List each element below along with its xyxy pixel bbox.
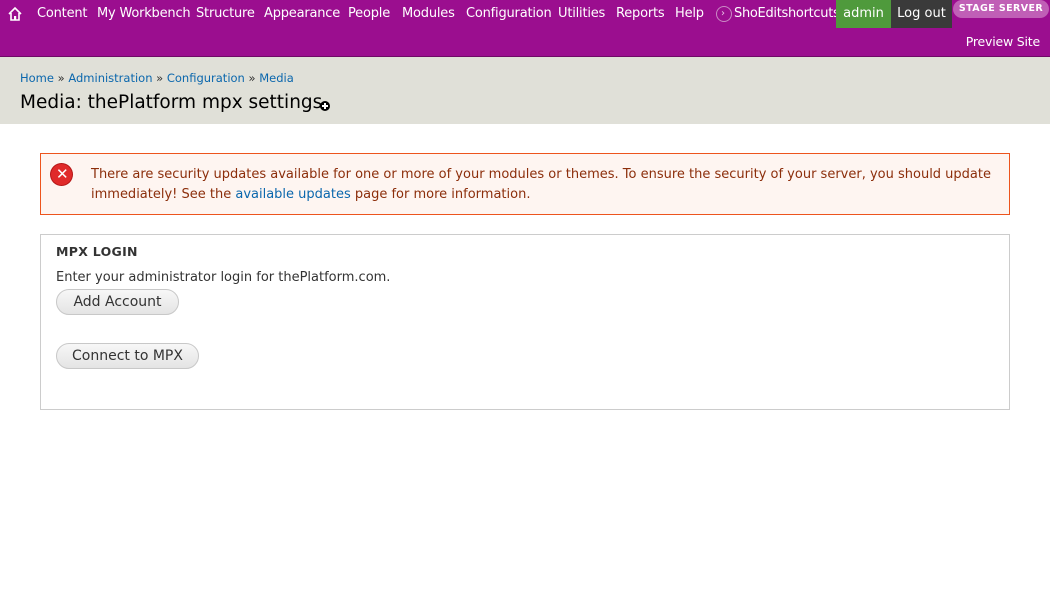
breadcrumb-home[interactable]: Home xyxy=(20,71,54,85)
toolbar-item-utilities[interactable]: Utilities xyxy=(558,6,605,24)
breadcrumb-media[interactable]: Media xyxy=(259,71,294,85)
edit-shortcuts-link[interactable]: ShoEditshortcuts xyxy=(734,6,840,21)
plus-circle-icon[interactable] xyxy=(320,101,330,111)
home-icon[interactable] xyxy=(6,4,24,24)
toolbar-item-content[interactable]: Content xyxy=(37,6,88,24)
toolbar-menu: Content My Workbench Structure Appearanc… xyxy=(0,0,1050,28)
breadcrumb-separator: » xyxy=(156,71,164,85)
error-message-text: There are security updates available for… xyxy=(91,165,991,205)
error-text-after: page for more information. xyxy=(350,187,531,202)
toolbar-item-reports[interactable]: Reports xyxy=(616,6,665,24)
chevron-right-circle-icon[interactable]: › xyxy=(716,6,732,22)
toolbar-item-structure[interactable]: Structure xyxy=(196,6,255,24)
admin-toolbar: Content My Workbench Structure Appearanc… xyxy=(0,0,1050,57)
error-x-icon: ✕ xyxy=(51,164,72,185)
page-title: Media: thePlatform mpx settings xyxy=(20,92,323,113)
toolbar-item-configuration[interactable]: Configuration xyxy=(466,6,552,24)
breadcrumb: Home » Administration » Configuration » … xyxy=(20,71,294,85)
mpx-login-fieldset: MPX LOGIN Enter your administrator login… xyxy=(40,234,1010,410)
breadcrumb-separator: » xyxy=(57,71,65,85)
error-text-before: There are security updates available for… xyxy=(91,167,991,202)
breadcrumb-administration[interactable]: Administration xyxy=(68,71,152,85)
add-account-button[interactable]: Add Account xyxy=(56,289,179,315)
breadcrumb-separator: » xyxy=(248,71,256,85)
fieldset-description: Enter your administrator login for thePl… xyxy=(56,270,391,285)
breadcrumb-configuration[interactable]: Configuration xyxy=(167,71,245,85)
fieldset-legend: MPX LOGIN xyxy=(56,244,138,259)
error-message: ✕ There are security updates available f… xyxy=(40,153,1010,215)
toolbar-item-appearance[interactable]: Appearance xyxy=(264,6,340,24)
page-header: Home » Administration » Configuration » … xyxy=(0,57,1050,124)
available-updates-link[interactable]: available updates xyxy=(235,187,350,202)
toolbar-item-help[interactable]: Help xyxy=(675,6,704,24)
toolbar-item-people[interactable]: People xyxy=(348,6,390,24)
admin-user-link[interactable]: admin xyxy=(836,0,891,28)
toolbar-item-modules[interactable]: Modules xyxy=(402,6,455,24)
preview-site-link[interactable]: Preview Site xyxy=(966,34,1040,49)
logout-link[interactable]: Log out xyxy=(891,0,952,28)
connect-to-mpx-button[interactable]: Connect to MPX xyxy=(56,343,199,369)
toolbar-item-my-workbench[interactable]: My Workbench xyxy=(97,6,191,24)
stage-server-badge: STAGE SERVER xyxy=(953,0,1049,18)
